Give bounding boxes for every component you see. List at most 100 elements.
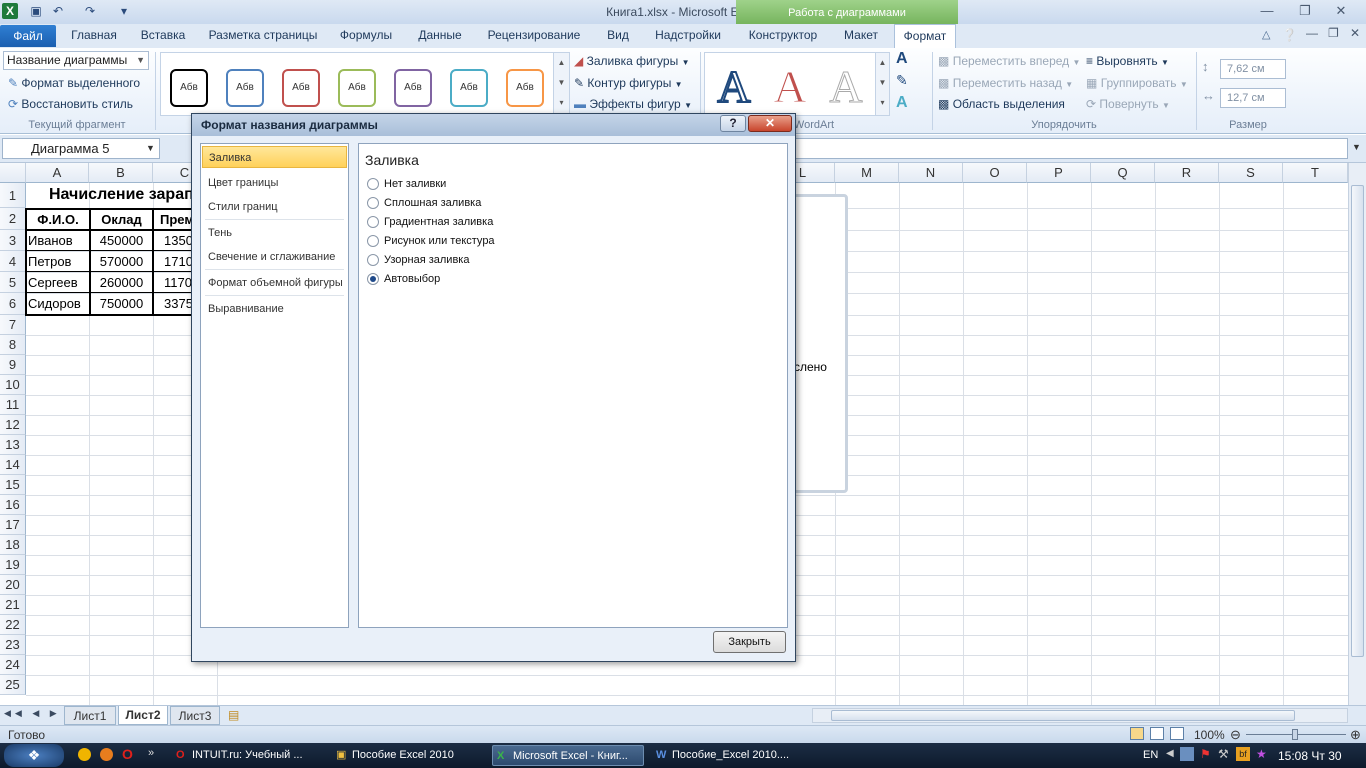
row-header[interactable]: 11: [0, 395, 26, 415]
expand-formula-bar-icon[interactable]: ▼: [1352, 142, 1361, 152]
column-header-b[interactable]: B: [89, 163, 153, 183]
tab-design[interactable]: Конструктор: [740, 24, 826, 48]
row-header[interactable]: 10: [0, 375, 26, 395]
radio-no-fill[interactable]: [367, 178, 379, 190]
wordart-style-3[interactable]: A: [821, 62, 871, 111]
app-quicklaunch-icon[interactable]: [78, 748, 91, 761]
start-button-icon[interactable]: ❖: [4, 744, 64, 767]
horizontal-scrollbar[interactable]: [812, 708, 1348, 723]
sheet-tab-3[interactable]: Лист3: [170, 706, 220, 725]
zoom-slider-handle[interactable]: [1292, 729, 1298, 740]
row-header[interactable]: 9: [0, 355, 26, 375]
radio-solid-fill-label[interactable]: Сплошная заливка: [384, 197, 481, 209]
nav-3d-format[interactable]: Формат объемной фигуры: [202, 272, 347, 294]
shape-style-2[interactable]: Абв: [226, 69, 264, 107]
shape-style-6[interactable]: Абв: [450, 69, 488, 107]
zoom-in-icon[interactable]: ⊕: [1350, 727, 1361, 743]
radio-pattern-fill[interactable]: [367, 254, 379, 266]
chart-element-select[interactable]: Название диаграммы ▼: [3, 51, 149, 70]
help-icon[interactable]: ❔: [1282, 28, 1297, 42]
name-box[interactable]: Диаграмма 5: [2, 138, 160, 159]
tab-data[interactable]: Данные: [410, 24, 470, 48]
row-header[interactable]: 7: [0, 315, 26, 335]
table-cell[interactable]: 450000: [91, 233, 152, 248]
row-header[interactable]: 18: [0, 535, 26, 555]
row-header[interactable]: 20: [0, 575, 26, 595]
sheet-tab-2[interactable]: Лист2: [118, 706, 168, 725]
zoom-level[interactable]: 100%: [1194, 728, 1225, 742]
tab-view[interactable]: Вид: [598, 24, 638, 48]
shape-style-4[interactable]: Абв: [338, 69, 376, 107]
tab-review[interactable]: Рецензирование: [480, 24, 588, 48]
format-selection-button[interactable]: ✎ Формат выделенного: [8, 73, 140, 93]
close-window-icon[interactable]: ✕: [1328, 2, 1354, 20]
column-header-n[interactable]: N: [899, 163, 963, 183]
wordart-style-2[interactable]: A: [765, 62, 815, 111]
text-outline-icon[interactable]: ✎: [896, 72, 908, 89]
row-header[interactable]: 14: [0, 455, 26, 475]
nav-glow-soft-edges[interactable]: Свечение и сглаживание: [202, 246, 347, 268]
column-header-o[interactable]: O: [963, 163, 1027, 183]
reset-style-button[interactable]: ⟳ Восстановить стиль: [8, 94, 133, 114]
text-effects-icon[interactable]: A: [896, 94, 908, 112]
shape-style-7[interactable]: Абв: [506, 69, 544, 107]
radio-automatic[interactable]: [367, 273, 379, 285]
row-header[interactable]: 1: [0, 183, 26, 208]
formula-input[interactable]: [794, 138, 1348, 159]
app-quicklaunch-icon[interactable]: [100, 748, 113, 761]
width-input[interactable]: 12,7 см: [1220, 88, 1286, 108]
ribbon-minimize-icon[interactable]: △: [1262, 28, 1270, 41]
shape-fill-button[interactable]: ◢ Заливка фигуры ▼: [574, 51, 689, 71]
row-header[interactable]: 5: [0, 272, 26, 293]
sheet-tab-1[interactable]: Лист1: [64, 706, 116, 725]
table-cell[interactable]: Иванов: [28, 233, 73, 248]
radio-no-fill-label[interactable]: Нет заливки: [384, 178, 446, 190]
sheet-title-cell[interactable]: Начисление зарап: [49, 186, 194, 204]
zoom-out-icon[interactable]: ⊖: [1230, 727, 1241, 743]
table-cell[interactable]: Сидоров: [28, 296, 81, 311]
shape-style-5[interactable]: Абв: [394, 69, 432, 107]
row-header[interactable]: 15: [0, 475, 26, 495]
taskbar-task-excel[interactable]: X Microsoft Excel - Книг...: [492, 745, 644, 766]
taskbar-task-opera[interactable]: O INTUIT.ru: Учебный ...: [172, 745, 322, 766]
row-header[interactable]: 2: [0, 208, 26, 230]
wordart-style-1[interactable]: A: [709, 62, 759, 112]
row-header[interactable]: 25: [0, 675, 26, 695]
table-cell[interactable]: Сергеев: [28, 275, 78, 290]
row-header[interactable]: 24: [0, 655, 26, 675]
group-button[interactable]: ▦ Группировать ▼: [1086, 73, 1188, 93]
dialog-close-button[interactable]: Закрыть: [713, 631, 786, 653]
column-header-t[interactable]: T: [1283, 163, 1348, 183]
row-header[interactable]: 17: [0, 515, 26, 535]
nav-fill[interactable]: Заливка: [202, 146, 347, 168]
table-cell[interactable]: 750000: [91, 296, 152, 311]
column-header-a[interactable]: A: [26, 163, 89, 183]
text-fill-icon[interactable]: A: [896, 50, 908, 68]
tab-format[interactable]: Формат: [894, 24, 956, 49]
restore-icon[interactable]: ❐: [1292, 2, 1318, 20]
tab-home[interactable]: Главная: [62, 24, 126, 48]
tray-app-icon[interactable]: bf: [1236, 747, 1250, 761]
nav-shadow[interactable]: Тень: [202, 222, 347, 244]
tab-addins[interactable]: Надстройки: [648, 24, 728, 48]
row-header[interactable]: 8: [0, 335, 26, 355]
tab-page-layout[interactable]: Разметка страницы: [202, 24, 324, 48]
shape-outline-button[interactable]: ✎ Контур фигуры ▼: [574, 73, 683, 93]
language-indicator[interactable]: EN: [1143, 749, 1158, 761]
tray-expand-icon[interactable]: ◀: [1166, 748, 1174, 759]
selection-pane-button[interactable]: ▩ Область выделения: [938, 94, 1065, 114]
wordart-gallery-scroll[interactable]: ▲ ▼ ▾: [875, 53, 889, 115]
row-header[interactable]: 16: [0, 495, 26, 515]
row-header[interactable]: 3: [0, 230, 26, 251]
tray-tool-icon[interactable]: ⚒: [1218, 747, 1229, 761]
doc-close-icon[interactable]: ✕: [1350, 26, 1360, 40]
align-button[interactable]: ≡ Выровнять ▼: [1086, 51, 1169, 71]
tab-formulas[interactable]: Формулы: [332, 24, 400, 48]
vertical-scrollbar[interactable]: [1348, 163, 1366, 705]
quicklaunch-more-icon[interactable]: »: [148, 747, 154, 759]
row-header[interactable]: 19: [0, 555, 26, 575]
insert-sheet-icon[interactable]: ▤: [228, 708, 239, 722]
shape-style-3[interactable]: Абв: [282, 69, 320, 107]
column-header-s[interactable]: S: [1219, 163, 1283, 183]
radio-gradient-fill[interactable]: [367, 216, 379, 228]
